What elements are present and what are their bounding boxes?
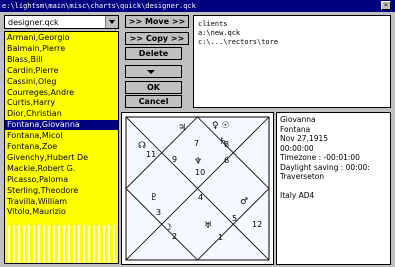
chevron-down-icon[interactable] (105, 16, 118, 28)
chart-info-panel: Giovanna Fontana Nov 27,1915 00:00:00 Timezo… (276, 112, 391, 265)
info-line: Daylight saving : 00:00: (280, 162, 370, 172)
planet-glyph-icon: ♂ (240, 197, 249, 207)
list-item[interactable]: a:\new.qck (198, 29, 240, 38)
list-item[interactable]: Picasso,Paloma (7, 175, 68, 185)
planet-glyph-icon: ♃ (178, 123, 187, 133)
planet-glyph-icon: ♅ (204, 221, 213, 231)
info-line: Giovanna (280, 115, 316, 124)
list-item[interactable]: Balmain,Pierre (7, 44, 65, 54)
delete-button[interactable]: Delete (125, 47, 182, 60)
list-item[interactable]: Fontana,Micol (7, 131, 62, 141)
list-item-selected[interactable]: Fontana,Giovanna (5, 120, 118, 131)
info-line: 00:00:00 (280, 143, 314, 153)
list-item[interactable]: clients (198, 20, 228, 29)
list-item[interactable]: Courreges,Andre (7, 88, 74, 98)
ok-button[interactable]: OK (125, 81, 182, 94)
list-item[interactable]: Sterling,Theodore (7, 186, 78, 196)
planet-glyph-icon: ♀ ☉ (212, 121, 230, 131)
list-item[interactable]: Travilla,William (7, 197, 67, 207)
copy-button[interactable]: >> Copy >> (125, 32, 189, 45)
chart-file-dropdown[interactable]: designer.qck (4, 15, 119, 29)
close-window-button[interactable]: × (381, 1, 391, 10)
planet-glyph-icon: ♄ (219, 137, 228, 147)
planet-glyph-icon: ☽ (164, 223, 173, 233)
house-number: 3 (156, 208, 162, 217)
planet-glyph-icon: ♆ (194, 157, 203, 167)
house-number: 7 (194, 139, 200, 148)
close-icon: × (383, 1, 389, 9)
window-title: e:\lightsm\main\misc\charts\quick\design… (2, 2, 196, 10)
info-line: Traverseton (280, 172, 325, 181)
house-number: 2 (172, 232, 178, 241)
house-number: 1 (218, 233, 224, 242)
house-number: 4 (198, 193, 204, 202)
list-item[interactable]: Givenchy,Hubert De (7, 153, 88, 163)
target-files-list[interactable]: clients a:\new.qck c:\...\rectors\tore (193, 15, 391, 108)
chart-file-value: designer.qck (8, 18, 59, 27)
house-number: 9 (172, 155, 178, 164)
info-line: Fontana (280, 124, 311, 134)
list-empty-area (5, 225, 118, 263)
list-item[interactable]: Blass,Bill (7, 55, 43, 65)
names-list[interactable]: Armani,Georgio Balmain,Pierre Blass,Bill Ca… (4, 31, 119, 264)
window-titlebar: e:\lightsm\main\misc\charts\quick\design… (0, 0, 395, 12)
chart-lines (125, 116, 270, 261)
list-item[interactable]: Curtis,Harry (7, 98, 55, 108)
list-item[interactable]: Cassini,Oleg (7, 77, 56, 87)
move-down-button[interactable] (125, 65, 182, 78)
list-item[interactable]: c:\...\rectors\tore (198, 38, 278, 47)
planet-glyph-icon: ☊ (138, 141, 146, 151)
house-number: 10 (195, 168, 206, 177)
info-line: Nov 27,1915 (280, 134, 329, 143)
info-line: Timezone : -00:01:00 (280, 153, 360, 162)
list-item[interactable]: Vitolo,Maurizio (7, 207, 66, 217)
list-item[interactable]: Armani,Georgio (7, 33, 70, 43)
planet-glyph-icon: ♇ (150, 193, 159, 203)
list-item[interactable]: Mackie,Robert G. (7, 164, 75, 174)
house-number: 6 (224, 156, 230, 165)
house-number: 5 (232, 214, 238, 223)
house-number: 12 (252, 220, 263, 229)
list-item[interactable]: Fontana,Zoe (7, 142, 57, 152)
list-item[interactable]: Cardin,Pierre (7, 66, 59, 76)
house-number: 11 (146, 150, 157, 159)
list-item[interactable]: Dior,Christian (7, 109, 62, 119)
info-line: Italy AD4 (280, 191, 315, 200)
birth-chart: 7 ♃ 8 ♀ ☉ 6 ♄ 9 11 ☊ 10 ♆ 4 3 ♇ 2 ☽ 1 ♅ 12 5 ♂ (121, 112, 274, 265)
cancel-button[interactable]: Cancel (125, 95, 182, 108)
move-button[interactable]: >> Move >> (125, 15, 189, 28)
